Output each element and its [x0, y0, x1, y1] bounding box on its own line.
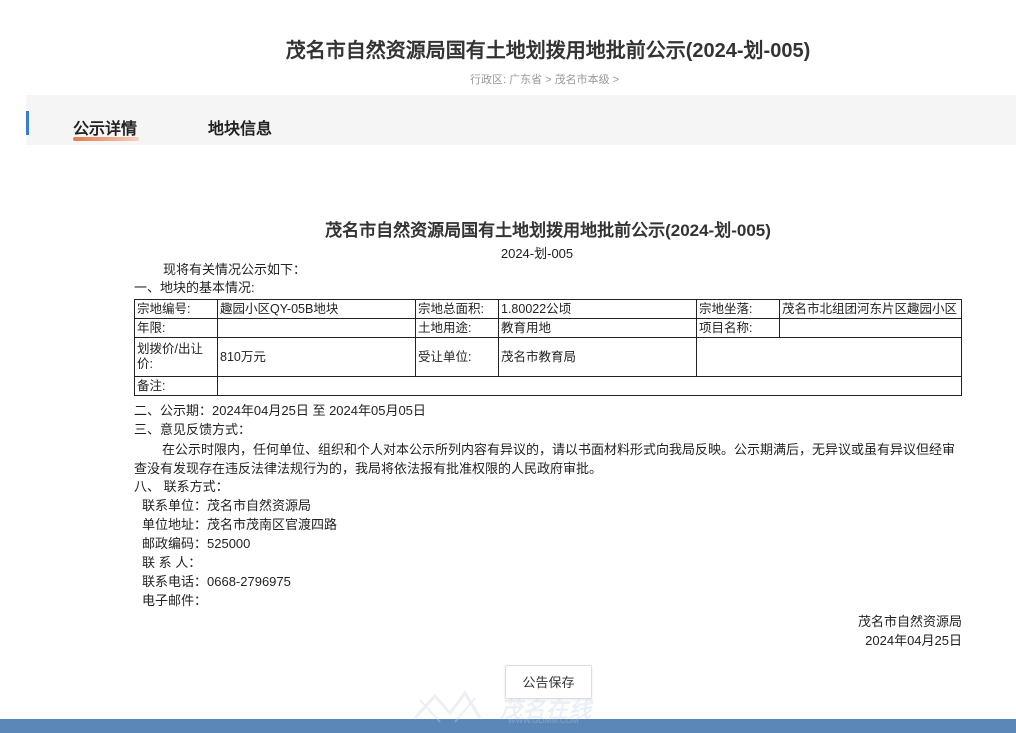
contact-item: 邮政编码：525000 — [142, 535, 250, 553]
section-2-publicity-period: 二、公示期：2024年04月25日 至 2024年05月05日 — [134, 403, 426, 418]
contact-label: 联系单位： — [142, 498, 208, 513]
sign-date: 2024年04月25日 — [865, 633, 962, 648]
document-title: 茂名市自然资源局国有土地划拨用地批前公示(2024-划-005) — [325, 221, 771, 240]
site-watermark: 茂名在线 WWW.GDMM.COM — [410, 688, 610, 728]
tab-notice-details[interactable]: 公示详情 — [73, 115, 137, 139]
contact-label: 联系电话： — [142, 574, 208, 589]
table-cell-label: 宗地编号: — [134, 299, 218, 319]
tab-parcel-info[interactable]: 地块信息 — [208, 115, 272, 139]
contact-label: 单位地址： — [142, 517, 208, 532]
document-number: 2024-划-005 — [500, 246, 574, 261]
table-cell-label: 宗地总面积: — [415, 299, 499, 319]
table-cell-value: 1.80022公顷 — [498, 299, 697, 319]
table-cell-label: 划拨价/出让价: — [134, 337, 218, 377]
contact-value: 0668-2796975 — [207, 574, 291, 589]
table-cell-label: 土地用途: — [415, 318, 499, 338]
table-row: 年限: 土地用途: 教育用地 项目名称: — [134, 318, 962, 338]
table-cell-label: 项目名称: — [696, 318, 780, 338]
table-cell-value: 趣园小区QY-05B地块 — [217, 299, 416, 319]
table-row: 备注: — [134, 376, 962, 396]
table-cell-label: 年限: — [134, 318, 218, 338]
table-row: 划拨价/出让价: 810万元 受让单位: 茂名市教育局 — [134, 337, 962, 377]
table-cell-value: 茂名市教育局 — [498, 337, 697, 377]
contact-label: 电子邮件： — [142, 593, 208, 608]
contact-item: 联系单位：茂名市自然资源局 — [142, 497, 311, 515]
contact-item: 单位地址：茂名市茂南区官渡四路 — [142, 516, 337, 534]
table-row: 宗地编号: 趣园小区QY-05B地块 宗地总面积: 1.80022公顷 宗地坐落… — [134, 299, 962, 319]
table-cell-value: 茂名市北组团河东片区趣园小区 — [779, 299, 962, 319]
contact-value: 525000 — [207, 536, 251, 551]
table-cell-value: 教育用地 — [498, 318, 697, 338]
parcel-info-table: 宗地编号: 趣园小区QY-05B地块 宗地总面积: 1.80022公顷 宗地坐落… — [134, 299, 962, 396]
tab-bar-accent — [26, 111, 29, 135]
active-tab-indicator — [73, 137, 139, 141]
intro-text: 现将有关情况公示如下： — [163, 262, 307, 277]
table-cell-value — [217, 376, 962, 396]
contact-value: 茂名市茂南区官渡四路 — [207, 517, 338, 532]
table-cell-value — [779, 318, 962, 338]
contact-value: 茂名市自然资源局 — [207, 498, 312, 513]
breadcrumb[interactable]: 行政区: 广东省 > 茂名市本级 > — [470, 71, 619, 87]
contact-label: 邮政编码： — [142, 536, 208, 551]
watermark-url: WWW.GDMM.COM — [508, 716, 579, 725]
section-8-heading: 八、 联系方式： — [134, 479, 229, 494]
table-cell-value — [217, 318, 416, 338]
contact-label: 联 系 人： — [142, 555, 202, 570]
table-cell-label: 备注: — [134, 376, 218, 396]
section-1-heading: 一、地块的基本情况: — [134, 280, 255, 295]
contact-item: 联 系 人： — [142, 554, 201, 572]
watermark-logo-icon — [413, 690, 482, 723]
table-cell-value: 810万元 — [217, 337, 416, 377]
section-3-text: 在公示时限内，任何单位、组织和个人对本公示所列内容有异议的，请以书面材料形式向我… — [134, 442, 956, 476]
signer-name: 茂名市自然资源局 — [857, 614, 962, 629]
contact-item: 联系电话：0668-2796975 — [142, 573, 291, 591]
contact-item: 电子邮件： — [142, 592, 207, 610]
page-title: 茂名市自然资源局国有土地划拨用地批前公示(2024-划-005) — [285, 40, 811, 62]
tab-bar: 公示详情 地块信息 — [26, 95, 1016, 145]
table-cell-value — [696, 337, 962, 377]
table-cell-label: 宗地坐落: — [696, 299, 780, 319]
table-cell-label: 受让单位: — [415, 337, 499, 377]
section-3-heading: 三、意见反馈方式： — [134, 422, 252, 437]
